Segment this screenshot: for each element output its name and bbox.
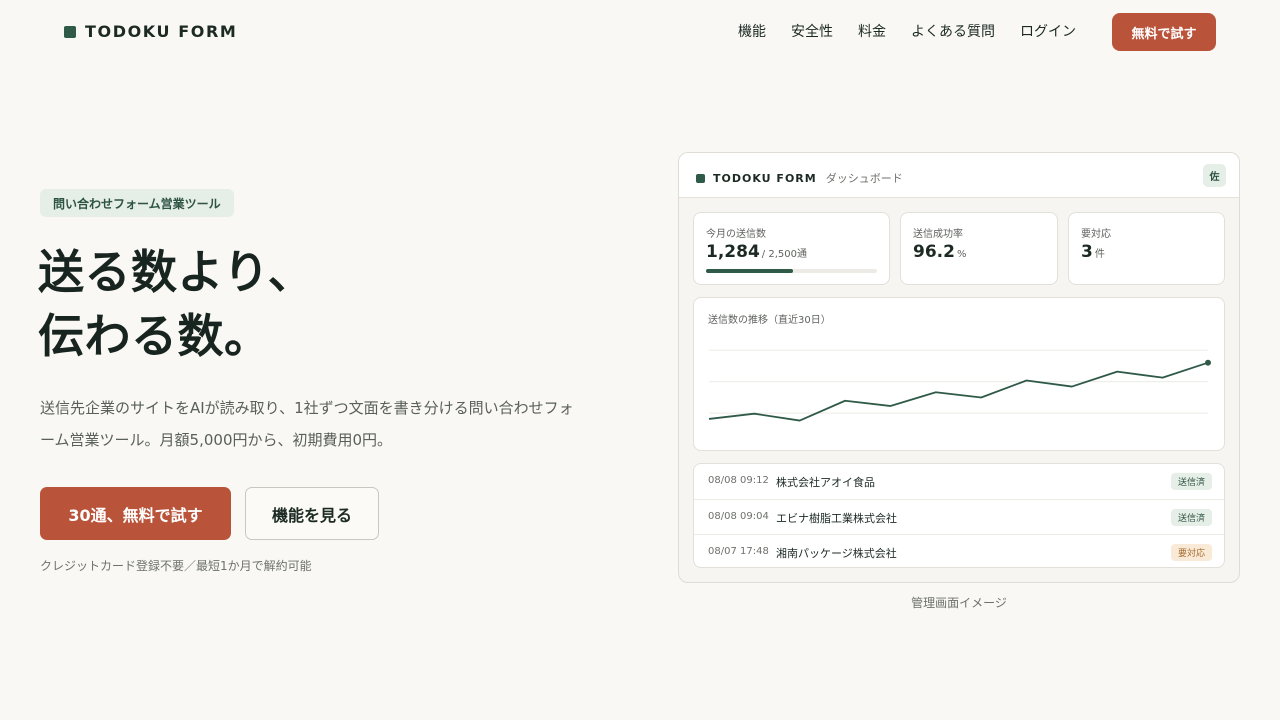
status-badge: 送信済 bbox=[1170, 509, 1212, 526]
headline-line-1: 送る数より、 bbox=[38, 245, 315, 299]
hero-badge: 問い合わせフォーム営業ツール bbox=[40, 189, 234, 217]
nav-login[interactable]: ログイン bbox=[1020, 22, 1076, 42]
logo[interactable]: TODOKU FORM bbox=[64, 22, 237, 41]
stat-unit: % bbox=[956, 249, 967, 260]
stat-card-action: 要対応 3件 bbox=[1068, 212, 1225, 285]
dashboard-subtitle: ダッシュボード bbox=[825, 172, 903, 185]
main-nav: 機能 安全性 料金 よくある質問 ログイン bbox=[713, 22, 1076, 42]
see-features-button[interactable]: 機能を見る bbox=[245, 487, 379, 540]
progress-fill bbox=[706, 269, 794, 273]
list-item[interactable]: 08/08 09:12 株式会社アオイ食品 送信済 bbox=[694, 464, 1224, 499]
stat-unit: 件 bbox=[1094, 249, 1105, 260]
dashboard-logo-text: TODOKU FORM bbox=[713, 171, 817, 185]
stat-card-success: 送信成功率 96.2% bbox=[900, 212, 1058, 285]
row-time: 08/08 09:04 bbox=[708, 511, 769, 522]
recent-sends-list: 08/08 09:12 株式会社アオイ食品 送信済 08/08 09:04 エビ… bbox=[693, 463, 1225, 568]
stat-card-sent: 今月の送信数 1,284/ 2,500通 bbox=[693, 212, 890, 285]
nav-faq[interactable]: よくある質問 bbox=[911, 22, 995, 42]
row-company: 湘南パッケージ株式会社 bbox=[776, 547, 897, 560]
chart-point bbox=[1205, 359, 1211, 366]
list-item[interactable]: 08/07 17:48 湘南パッケージ株式会社 要対応 bbox=[694, 534, 1224, 567]
free-trial-button[interactable]: 30通、無料で試す bbox=[40, 487, 231, 540]
stat-label: 要対応 bbox=[1081, 229, 1111, 240]
status-badge: 送信済 bbox=[1170, 473, 1212, 490]
stat-number: 96.2 bbox=[913, 242, 955, 262]
send-progress-bar bbox=[706, 269, 877, 273]
hero-headline: 送る数より、 伝わる数。 bbox=[38, 240, 314, 368]
stat-label: 送信成功率 bbox=[913, 229, 963, 240]
chart-svg bbox=[708, 349, 1211, 422]
avatar: 佐 bbox=[1203, 164, 1226, 187]
dashboard-logo: TODOKU FORM ダッシュボード bbox=[696, 170, 903, 186]
stat-number: 1,284 bbox=[706, 242, 760, 262]
logo-mark-icon bbox=[64, 25, 76, 38]
site-header: TODOKU FORM 機能 安全性 料金 よくある質問 ログイン 無料で試す bbox=[0, 0, 1280, 64]
nav-features[interactable]: 機能 bbox=[738, 22, 766, 42]
headline-line-2: 伝わる数。 bbox=[38, 309, 271, 363]
stat-number: 3 bbox=[1081, 242, 1093, 262]
nav-pricing[interactable]: 料金 bbox=[858, 22, 886, 42]
chart-series-line bbox=[708, 361, 1209, 422]
logo-text: TODOKU FORM bbox=[85, 22, 238, 41]
row-time: 08/08 09:12 bbox=[708, 475, 769, 486]
dashboard-preview: TODOKU FORM ダッシュボード 佐 今月の送信数 1,284/ 2,50… bbox=[678, 152, 1240, 583]
row-time: 08/07 17:48 bbox=[708, 546, 769, 557]
dashboard-header: TODOKU FORM ダッシュボード 佐 bbox=[679, 153, 1239, 198]
stat-value: 3件 bbox=[1081, 242, 1105, 262]
row-company: エビナ樹脂工業株式会社 bbox=[776, 512, 897, 525]
row-company: 株式会社アオイ食品 bbox=[776, 476, 875, 489]
stat-value: 96.2% bbox=[913, 242, 966, 262]
send-trend-chart: 送信数の推移（直近30日） bbox=[693, 297, 1225, 451]
stat-label: 今月の送信数 bbox=[706, 229, 766, 240]
header-cta-button[interactable]: 無料で試す bbox=[1112, 13, 1216, 51]
nav-security[interactable]: 安全性 bbox=[791, 22, 833, 42]
stat-value: 1,284/ 2,500通 bbox=[706, 242, 807, 262]
stat-unit: / 2,500通 bbox=[761, 249, 807, 260]
dashboard-caption: 管理画面イメージ bbox=[911, 596, 1007, 610]
hero-lead: 送信先企業のサイトをAIが読み取り、1社ずつ文面を書き分ける問い合わせフォーム営… bbox=[40, 399, 574, 449]
list-item[interactable]: 08/08 09:04 エビナ樹脂工業株式会社 送信済 bbox=[694, 499, 1224, 534]
hero-note: クレジットカード登録不要／最短1か月で解約可能 bbox=[40, 559, 312, 573]
status-badge: 要対応 bbox=[1170, 544, 1212, 561]
dashboard-logo-mark-icon bbox=[696, 173, 705, 183]
